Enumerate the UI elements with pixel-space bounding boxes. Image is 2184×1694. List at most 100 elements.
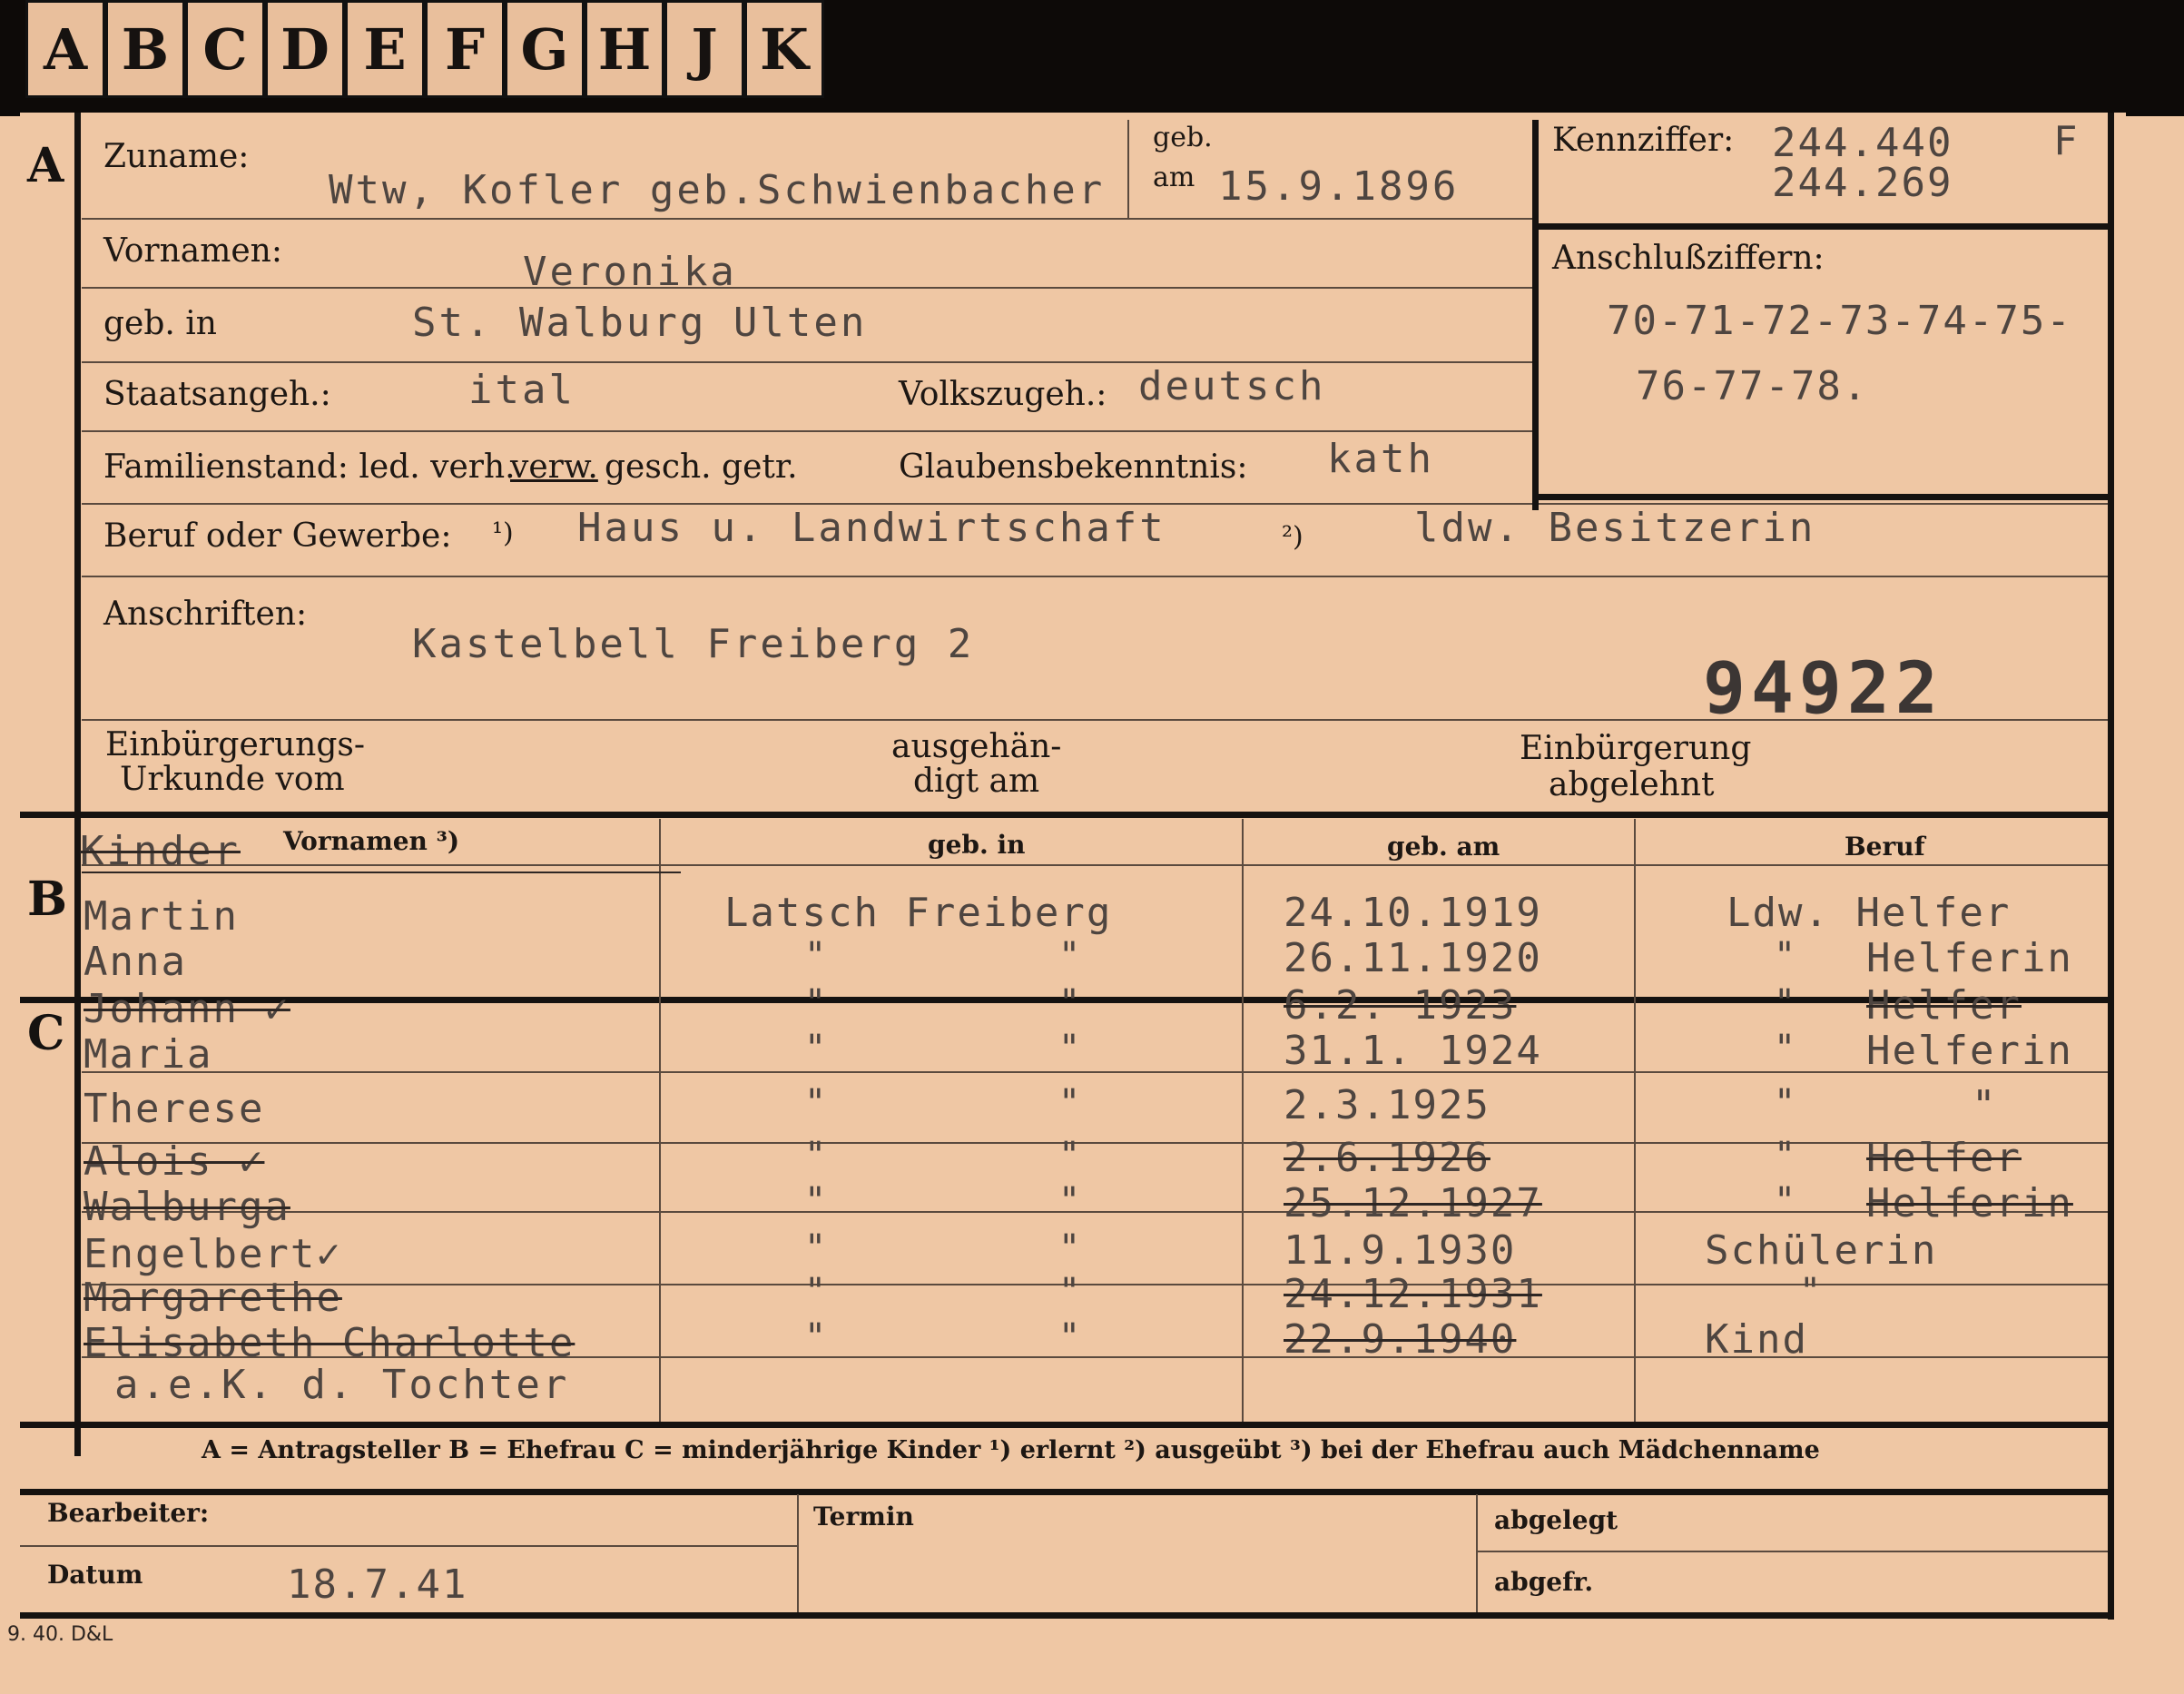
footer-divider-2: [1476, 1494, 1478, 1612]
tab-k[interactable]: K: [744, 0, 824, 98]
registration-card: A B C Zuname: Wtw, Kofler geb.Schwienbac…: [20, 113, 2126, 1620]
child-birthplace-ditto: ": [1058, 1180, 1081, 1222]
child-beruf: Schülerin: [1705, 1227, 1938, 1274]
label-termin: Termin: [813, 1502, 914, 1531]
frame-right-line: [2108, 113, 2114, 1620]
rule-beruf: [82, 576, 2108, 577]
child-birthdate: 22.9.1940: [1284, 1316, 1517, 1363]
value-anschrift: Kastelbell Freiberg 2: [412, 621, 975, 667]
child-beruf-ditto: ": [1774, 935, 1796, 977]
tab-c[interactable]: C: [185, 0, 265, 98]
child-birthdate: 24.12.1931: [1284, 1271, 1542, 1317]
child-name: Anna: [84, 939, 187, 985]
label-geb: geb.: [1153, 122, 1213, 153]
legend-top-line: [20, 1422, 2108, 1428]
child-birthdate: 2.3.1925: [1284, 1082, 1490, 1128]
child-birthplace-ditto: ": [1058, 1082, 1081, 1124]
tab-g[interactable]: G: [505, 0, 585, 98]
child-beruf: Helferin: [1866, 935, 2073, 981]
child-birthplace-ditto: ": [1058, 1135, 1081, 1177]
child-birthdate: 26.11.1920: [1284, 935, 1542, 981]
child-beruf-ditto: ": [1774, 1180, 1796, 1222]
card-bottom-line: [20, 1612, 2108, 1619]
tab-e[interactable]: E: [345, 0, 425, 98]
label-glaubensbekenntnis: Glaubensbekenntnis:: [899, 448, 1248, 486]
print-code: 9. 40. D&L: [7, 1623, 113, 1646]
child-name: Johann ✓: [84, 986, 290, 1032]
col-divider-geb-am: [1242, 819, 1244, 1422]
label-staatsangeh: Staatsangeh.:: [103, 376, 331, 413]
child-birthplace-ditto: ": [804, 1180, 827, 1222]
child-beruf: Ldw. Helfer: [1727, 890, 2012, 936]
footer-divider-1: [797, 1494, 799, 1612]
child-beruf: Helfer: [1866, 982, 2022, 1029]
value-vornamen: Veronika: [523, 249, 737, 295]
frame-left-line: [74, 113, 81, 1456]
rule-zuname: [82, 218, 1534, 220]
tab-d[interactable]: D: [265, 0, 345, 98]
row-rule-3: [82, 1211, 2108, 1213]
child-beruf: ": [1972, 1082, 1998, 1128]
value-kennziffer-2: 244.269: [1772, 160, 1953, 206]
footer-rule-right: [1476, 1551, 2108, 1552]
value-kennziffer-flag: F: [2053, 118, 2080, 164]
col-divider-geb-in: [659, 819, 661, 1422]
kennziffer-box-bottom: [1532, 494, 2113, 500]
value-glaubensbekenntnis: kath: [1327, 436, 1434, 482]
child-birthdate: 11.9.1930: [1284, 1227, 1517, 1274]
header-geb-am: geb. am: [1387, 832, 1500, 862]
child-birthdate: 25.12.1927: [1284, 1180, 1542, 1226]
child-birthplace-ditto: ": [804, 1316, 827, 1358]
rule-staatsangeh: [82, 430, 1534, 432]
label-abgelegt: abgelegt: [1494, 1505, 1618, 1535]
section-b-divider: [20, 812, 2108, 818]
tab-b[interactable]: B: [105, 0, 185, 98]
value-beruf-erlernt: Haus u. Landwirtschaft: [577, 505, 1166, 551]
value-beruf-ausgeuebt: ldw. Besitzerin: [1414, 505, 1816, 551]
legend-text: A = Antragsteller B = Ehefrau C = minder…: [202, 1436, 1820, 1464]
child-name: Martin: [84, 893, 239, 940]
tab-j[interactable]: J: [664, 0, 744, 98]
col-divider-beruf: [1634, 819, 1636, 1422]
typed-kinder-heading: Kinder: [80, 828, 241, 874]
value-zuname: Wtw, Kofler geb.Schwienbacher: [329, 167, 1106, 213]
child-beruf-ditto: ": [1774, 1082, 1796, 1124]
child-name: Elisabeth Charlotte: [84, 1320, 576, 1366]
value-volkszugeh: deutsch: [1138, 363, 1326, 409]
child-name: Margarethe: [84, 1275, 342, 1321]
header-geb-in: geb. in: [928, 830, 1026, 860]
child-name: Engelbert✓: [84, 1231, 342, 1277]
index-tabs: A B C D E F G H J K: [25, 0, 824, 98]
tab-f[interactable]: F: [425, 0, 505, 98]
label-anschriften: Anschriften:: [103, 596, 308, 633]
value-staatsangeh: ital: [468, 367, 576, 413]
child-birthdate: 2.6.1926: [1284, 1135, 1490, 1181]
label-familienstand-rest: gesch. getr.: [605, 448, 798, 486]
child-birthplace-ditto: ": [1058, 1227, 1081, 1269]
child-birthdate: 24.10.1919: [1284, 890, 1542, 936]
label-einbuergerungs-2: Urkunde vom: [120, 761, 345, 798]
child-beruf: Kind: [1705, 1316, 1808, 1363]
child-birthplace-ditto: ": [1058, 1316, 1081, 1358]
child-birthplace: Latsch Freiberg: [724, 890, 1113, 936]
label-am: am: [1153, 162, 1195, 193]
child-birthplace-ditto: ": [804, 1082, 827, 1124]
tab-h[interactable]: H: [585, 0, 664, 98]
label-einbuergerung-2: abgelehnt: [1549, 766, 1715, 803]
kennziffer-box-divider: [1532, 223, 2113, 230]
legend-bottom-line: [20, 1489, 2108, 1495]
label-kennziffer: Kennziffer:: [1552, 122, 1735, 159]
child-birthplace-ditto: ": [804, 1028, 827, 1069]
section-c-letter: C: [27, 1006, 65, 1061]
header-beruf: Beruf: [1845, 832, 1925, 862]
child-beruf-ditto: ": [1774, 982, 1796, 1024]
child-birthplace-ditto: ": [804, 1135, 827, 1177]
value-anschlussziffern-1: 70-71-72-73-74-75-: [1607, 298, 2072, 344]
header-vornamen: Vornamen ³): [283, 826, 460, 856]
label-volkszugeh: Volkszugeh.:: [899, 376, 1107, 413]
value-geb-am: 15.9.1896: [1218, 163, 1460, 210]
child-name: Walburga: [84, 1184, 290, 1230]
tab-a[interactable]: A: [25, 0, 105, 98]
table-header-rule: [82, 864, 2108, 866]
child-birthplace-ditto: ": [1058, 982, 1081, 1024]
